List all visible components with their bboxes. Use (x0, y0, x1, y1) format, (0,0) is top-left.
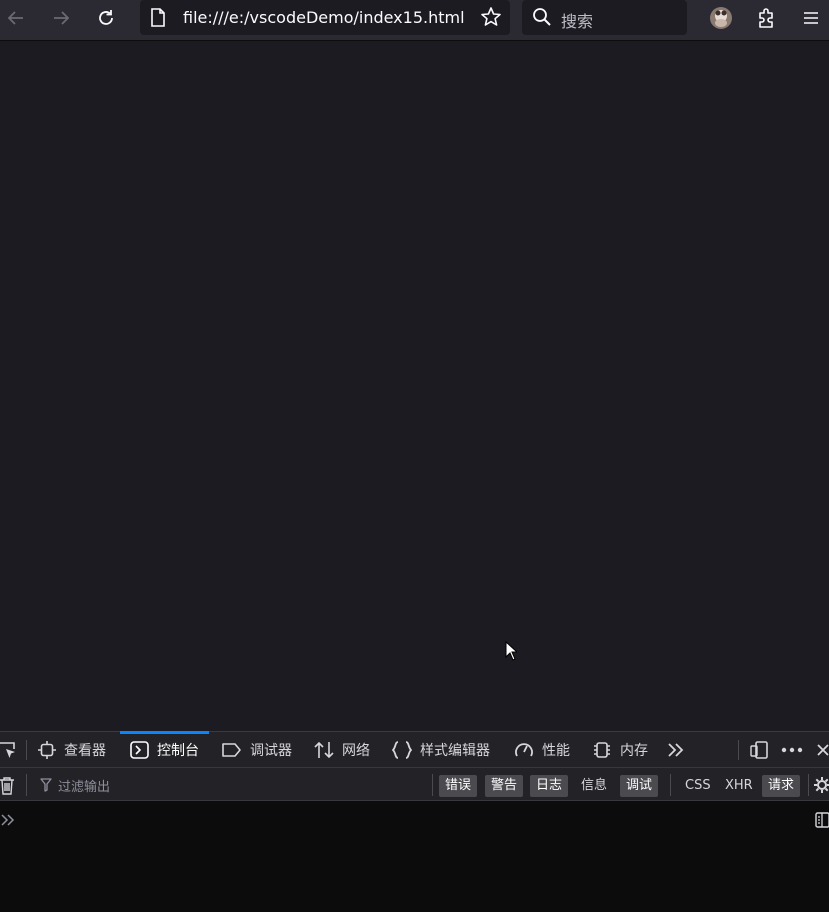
tab-label: 查看器 (64, 743, 106, 759)
reload-icon (99, 10, 113, 25)
close-devtools-button[interactable] (816, 732, 829, 768)
chevrons-right-icon (668, 743, 684, 757)
back-button[interactable] (2, 4, 30, 32)
filter-debug-button[interactable]: 调试 (620, 775, 659, 797)
puzzle-icon (759, 8, 773, 28)
close-icon (817, 744, 829, 756)
devtools-panel: 查看器 控制台 调试器 网络 样式编辑器 性能 内存 过滤输出 错误 警告 日志… (0, 731, 829, 912)
tab-network[interactable]: 网络 (314, 732, 370, 768)
reload-button[interactable] (92, 4, 120, 32)
avatar[interactable] (707, 4, 735, 32)
network-icon (314, 741, 334, 759)
devtools-tab-bar: 查看器 控制台 调试器 网络 样式编辑器 性能 内存 (0, 731, 829, 768)
filter-xhr-button[interactable]: XHR (719, 775, 759, 797)
tab-console[interactable]: 控制台 (120, 731, 209, 768)
page-viewport[interactable] (0, 42, 829, 731)
browser-toolbar: file:///e:/vscodeDemo/index15.html 搜索 (0, 0, 829, 41)
url-text: file:///e:/vscodeDemo/index15.html (183, 8, 465, 27)
console-output[interactable] (0, 801, 829, 912)
gear-icon (814, 777, 829, 793)
tab-label: 控制台 (157, 743, 199, 759)
tab-inspector[interactable]: 查看器 (38, 732, 106, 768)
more-tabs-button[interactable] (667, 732, 685, 768)
tab-label: 样式编辑器 (420, 743, 490, 759)
tab-label: 内存 (620, 743, 648, 759)
search-icon (532, 7, 552, 27)
clear-console-button[interactable] (0, 777, 15, 795)
tab-label: 性能 (542, 743, 570, 759)
divider (26, 740, 27, 760)
performance-icon (514, 741, 534, 759)
debugger-icon (222, 742, 242, 758)
inspector-icon (38, 741, 56, 759)
tab-debugger[interactable]: 调试器 (222, 732, 292, 768)
filter-errors-button[interactable]: 错误 (439, 775, 478, 797)
filter-warnings-button[interactable]: 警告 (485, 775, 524, 797)
element-picker-icon (0, 742, 15, 758)
divider (432, 774, 433, 796)
filter-requests-button[interactable]: 请求 (762, 775, 801, 797)
search-input: 搜索 (561, 12, 594, 31)
divider (808, 774, 809, 796)
filter-output-input[interactable]: 过滤输出 (58, 776, 110, 795)
forward-button[interactable] (47, 4, 75, 32)
editor-mode-button[interactable] (815, 812, 829, 828)
console-filter-bar: 过滤输出 错误 警告 日志 信息 调试 CSS XHR 请求 (0, 768, 829, 801)
url-bar[interactable]: file:///e:/vscodeDemo/index15.html (140, 0, 510, 35)
filter-info-button[interactable]: 信息 (575, 775, 613, 797)
tab-memory[interactable]: 内存 (592, 732, 648, 768)
arrow-right-icon (54, 11, 70, 25)
search-bar[interactable]: 搜索 (522, 0, 687, 35)
tab-style-editor[interactable]: 样式编辑器 (392, 732, 490, 768)
more-options-button[interactable] (781, 732, 803, 768)
responsive-design-icon (750, 741, 768, 759)
console-prompt-icon (1, 813, 15, 827)
divider (26, 774, 27, 796)
hamburger-icon (804, 12, 818, 24)
style-editor-icon (392, 741, 412, 759)
split-panel-icon (815, 812, 829, 828)
tab-performance[interactable]: 性能 (514, 732, 570, 768)
arrow-left-icon (7, 11, 23, 25)
tab-label: 网络 (342, 743, 370, 759)
divider (738, 740, 739, 760)
divider (670, 774, 671, 796)
tab-label: 调试器 (250, 743, 292, 759)
filter-logs-button[interactable]: 日志 (530, 775, 569, 797)
star-icon[interactable] (480, 6, 502, 28)
page-icon (150, 8, 166, 27)
responsive-design-button[interactable] (750, 732, 768, 768)
menu-button[interactable] (797, 4, 825, 32)
mouse-cursor-icon (505, 641, 517, 661)
memory-icon (592, 741, 612, 759)
filter-css-button[interactable]: CSS (679, 775, 717, 797)
ellipsis-icon (781, 747, 803, 753)
console-settings-button[interactable] (814, 777, 829, 793)
trash-icon (0, 777, 14, 795)
extensions-button[interactable] (753, 4, 781, 32)
element-picker-button[interactable] (0, 732, 18, 768)
filter-icon (40, 778, 52, 792)
console-icon (130, 741, 149, 759)
